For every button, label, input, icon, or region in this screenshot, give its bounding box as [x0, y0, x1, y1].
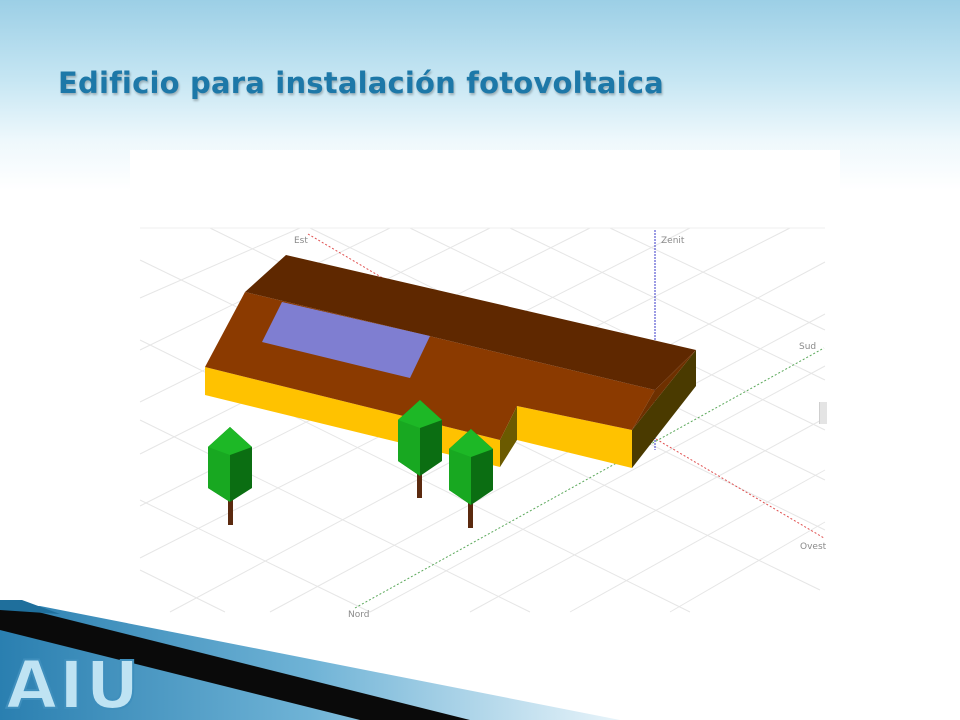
aiu-logo: AIU: [5, 646, 141, 720]
tree-2[interactable]: [398, 400, 442, 498]
axis-label-south: Sud: [799, 342, 816, 352]
axis-label-zenith: Zenit: [661, 236, 685, 246]
viewport-scroll-handle[interactable]: [819, 402, 827, 424]
tree-3[interactable]: [449, 429, 493, 528]
axis-label-west: Ovest: [800, 542, 827, 552]
bottom-decoration: AIU: [0, 600, 620, 720]
tree-1[interactable]: [208, 427, 252, 525]
scene-canvas[interactable]: Est Zenit Sud Ovest Nord: [130, 150, 840, 620]
logo-text: AIU: [6, 647, 141, 720]
axis-label-east: Est: [294, 236, 308, 246]
slide-title: Edificio para instalación fotovoltaica: [58, 66, 664, 100]
3d-viewport[interactable]: Est Zenit Sud Ovest Nord: [130, 150, 840, 620]
